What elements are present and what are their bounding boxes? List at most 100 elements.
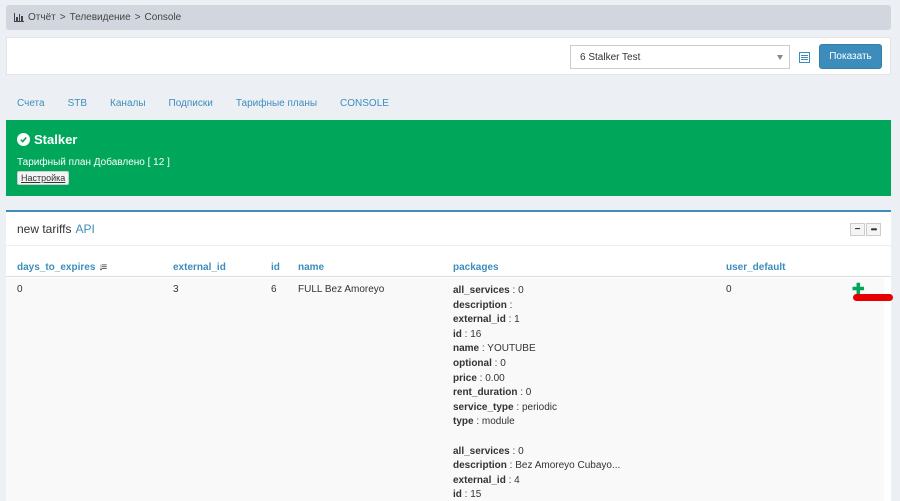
- package-field-colon: :: [517, 387, 526, 399]
- highlight-mark: [853, 294, 893, 301]
- package-field-value: 15: [470, 489, 482, 501]
- cell-user-default: 0: [726, 284, 732, 295]
- bar-chart-icon: [14, 13, 24, 22]
- package-field: optional : 0: [453, 357, 620, 372]
- package-field-key: all_services: [453, 285, 510, 296]
- success-alert: Stalker Тарифный план Добавлено [ 12 ] Н…: [6, 120, 891, 196]
- package-field-key: price: [453, 372, 477, 384]
- tariffs-panel: new tariffs API − ••• days_to_expires ↓≡ …: [6, 210, 891, 501]
- package-field-key: all_services: [453, 445, 510, 457]
- package-field: type : module: [453, 415, 620, 430]
- minus-icon: −: [854, 224, 861, 235]
- breadcrumb-item-report[interactable]: Отчёт: [28, 12, 56, 23]
- package-separator: [453, 430, 620, 445]
- tab-channels[interactable]: Каналы: [110, 98, 146, 109]
- column-header-days-to-expires[interactable]: days_to_expires ↓≡: [17, 262, 107, 273]
- package-field-colon: :: [473, 416, 482, 428]
- package-field-colon: :: [513, 401, 522, 413]
- package-field-value: Bez Amoreyo Cubayo...: [515, 460, 621, 472]
- cell-packages: all_services : 0 description : external_i…: [453, 284, 620, 501]
- tab-subscriptions[interactable]: Подписки: [169, 98, 213, 109]
- package-field: rent_duration : 0: [453, 386, 620, 401]
- package-field: price : 0.00: [453, 372, 620, 387]
- list-icon: [798, 51, 810, 63]
- column-header-packages[interactable]: packages: [453, 262, 499, 273]
- collapse-button[interactable]: −: [850, 223, 865, 236]
- package-field-colon: :: [461, 489, 471, 501]
- sort-desc-icon[interactable]: ↓≡: [98, 262, 107, 273]
- package-field-colon: :: [505, 474, 515, 486]
- more-options-button[interactable]: •••: [866, 223, 881, 236]
- tab-stb[interactable]: STB: [68, 98, 87, 109]
- column-header-name[interactable]: name: [298, 262, 324, 273]
- cell-days-to-expires: 0: [17, 284, 23, 295]
- settings-button[interactable]: Настройка: [17, 171, 70, 185]
- package-field-colon: :: [461, 328, 471, 340]
- breadcrumb-separator: >: [59, 12, 66, 23]
- package-field-value: 0: [500, 357, 506, 369]
- package-field-value: 16: [470, 328, 482, 340]
- cell-external-id: 3: [173, 284, 179, 295]
- column-header-label: days_to_expires: [17, 262, 96, 273]
- package-field-colon: :: [509, 445, 519, 457]
- caret-down-icon: [777, 55, 783, 60]
- breadcrumb-separator: >: [134, 12, 141, 23]
- package-field-value: 0: [518, 285, 524, 296]
- package-field: service_type : periodic: [453, 401, 620, 416]
- breadcrumb-item-tv[interactable]: Телевидение: [70, 12, 131, 23]
- header-divider: [6, 276, 891, 277]
- alert-message: Тарифный план Добавлено [ 12 ]: [17, 157, 170, 168]
- package-field-value: 4: [514, 474, 520, 486]
- package-field-value: periodic: [521, 401, 557, 413]
- list-view-button[interactable]: [792, 45, 816, 69]
- tab-bar: Счета STB Каналы Подписки Тарифные планы…: [6, 98, 401, 109]
- package-field-key: optional: [453, 357, 492, 369]
- alert-title: Stalker: [17, 132, 880, 147]
- show-button[interactable]: Показать: [819, 44, 882, 69]
- column-header-external-id[interactable]: external_id: [173, 262, 226, 273]
- package-field: external_id : 4: [453, 474, 620, 489]
- api-link[interactable]: API: [75, 222, 94, 236]
- package-field-colon: :: [476, 372, 486, 384]
- package-field: description :: [453, 299, 620, 314]
- table-row: [6, 278, 884, 501]
- breadcrumb: Отчёт > Телевидение > Console: [6, 5, 891, 30]
- package-field-key: service_type: [453, 401, 514, 413]
- package-field-key: name: [453, 343, 480, 355]
- package-field-colon: :: [509, 285, 519, 296]
- package-field-key: external_id: [453, 314, 506, 326]
- package-field-value: module: [481, 416, 515, 428]
- package-field-key: description: [453, 460, 507, 472]
- provider-select-value: 6 Stalker Test: [580, 51, 641, 63]
- package-field-colon: :: [491, 357, 501, 369]
- package-field: external_id : 1: [453, 313, 620, 328]
- column-header-id[interactable]: id: [271, 262, 280, 273]
- tab-accounts[interactable]: Счета: [17, 98, 45, 109]
- toolbar: 6 Stalker Test Показать: [6, 37, 891, 75]
- package-field-key: external_id: [453, 474, 506, 486]
- tab-console[interactable]: CONSOLE: [340, 98, 389, 109]
- package-field: name : YOUTUBE: [453, 342, 620, 357]
- check-circle-icon: [17, 133, 30, 146]
- panel-title: new tariffs: [17, 221, 72, 236]
- package-field-key: type: [453, 416, 474, 428]
- package-field-key: description: [453, 299, 507, 311]
- package-field-colon: :: [506, 460, 516, 472]
- provider-select[interactable]: 6 Stalker Test: [570, 45, 790, 69]
- package-field-colon: :: [506, 299, 513, 311]
- package-field-value: YOUTUBE: [487, 343, 536, 355]
- package-field-value: 0.00: [485, 372, 505, 384]
- package-field-key: rent_duration: [453, 387, 518, 399]
- alert-title-text: Stalker: [34, 132, 78, 147]
- package-field-colon: :: [505, 314, 515, 326]
- package-field: id : 15: [453, 488, 620, 501]
- cell-id: 6: [271, 284, 277, 295]
- panel-header: new tariffs API: [6, 212, 891, 246]
- package-field-key: id: [453, 328, 462, 340]
- tab-tariff-plans[interactable]: Тарифные планы: [236, 98, 317, 109]
- breadcrumb-item-console: Console: [144, 12, 182, 23]
- package-field: description : Bez Amoreyo Cubayo...: [453, 459, 620, 474]
- package-field-value: 1: [514, 314, 520, 326]
- column-header-user-default[interactable]: user_default: [726, 262, 785, 273]
- package-field: all_services : 0: [453, 445, 620, 460]
